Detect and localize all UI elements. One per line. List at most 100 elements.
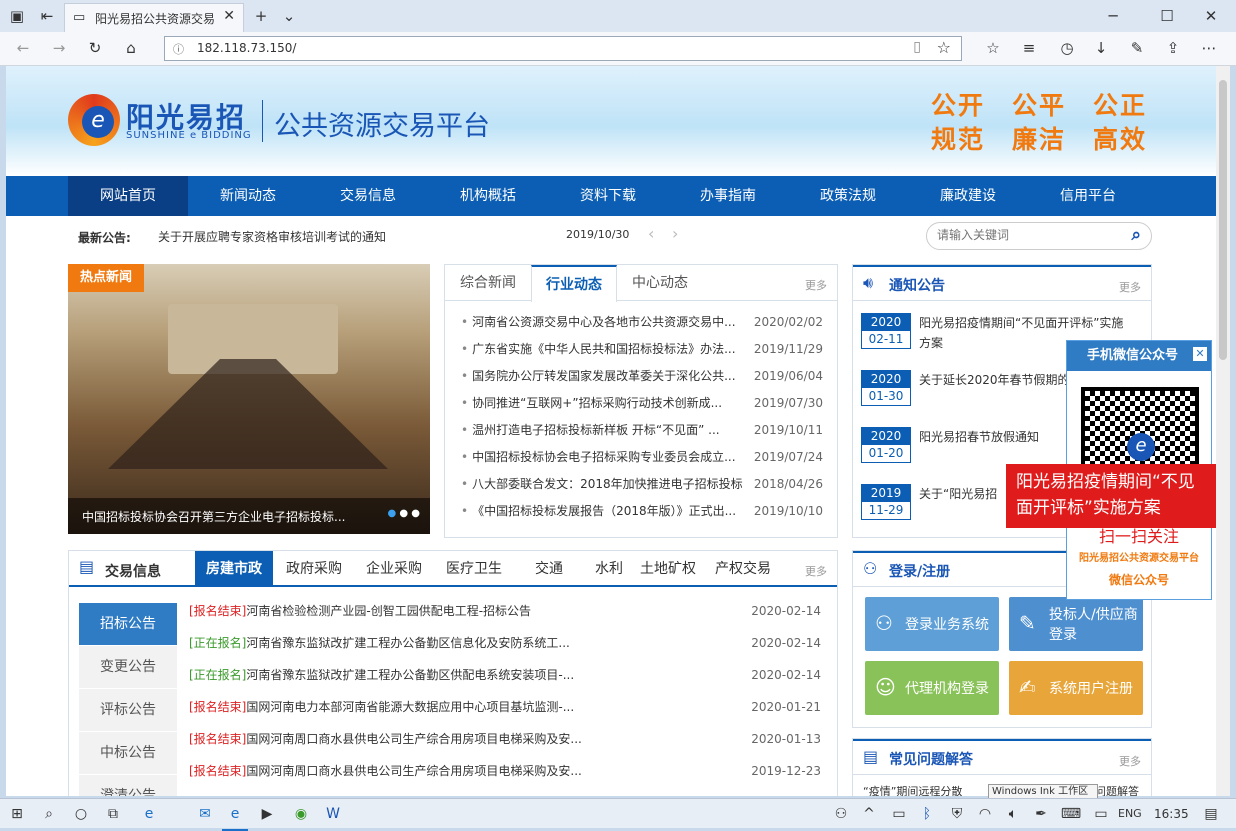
bluetooth-icon[interactable]: ᛒ	[914, 799, 940, 829]
news-title[interactable]: • 《中国招标投标发展报告（2018年版）》正式出...	[461, 498, 751, 525]
cortana-icon[interactable]: ○	[68, 799, 94, 829]
refresh-icon[interactable]: ↻	[82, 35, 108, 61]
history-icon[interactable]: ◷	[1054, 35, 1080, 61]
notes-icon[interactable]: ✎	[1124, 35, 1150, 61]
task-view-icon[interactable]: ⧉	[100, 799, 126, 829]
nav-item-6[interactable]: 政策法规	[788, 176, 908, 216]
trade-row[interactable]: [报名结束]国网河南周口商水县供电公司生产综合用房项目电梯采购及安... 2020…	[189, 723, 829, 755]
reading-view-icon[interactable]: ▯	[913, 39, 921, 55]
tab-center-news[interactable]: 中心动态	[617, 265, 703, 301]
back-icon[interactable]: ←	[10, 35, 36, 61]
trade-row-title[interactable]: 河南省豫东监狱改扩建工程办公备勤区信息化及安防系统工...	[246, 636, 569, 650]
carousel-dots[interactable]: ● ● ●	[387, 508, 420, 519]
trade-tab-5[interactable]: 水利	[585, 551, 633, 587]
trade-side-item-4[interactable]: 澄清公告	[79, 775, 177, 796]
news-title[interactable]: • 温州打造电子招标投标新样板 开标“不见面” ...	[461, 417, 751, 444]
edge-icon[interactable]: e	[136, 799, 162, 829]
trade-row-title[interactable]: 国网河南周口商水县供电公司生产综合用房项目电梯采购及安...	[246, 764, 581, 778]
keyboard-icon[interactable]: ⌨	[1058, 799, 1084, 829]
nav-item-0[interactable]: 网站首页	[68, 176, 188, 216]
trade-more-link[interactable]: 更多	[805, 563, 827, 579]
trade-row[interactable]: [报名结束]国网河南周口商水县供电公司生产综合用房项目电梯采购及安... 2019…	[189, 755, 829, 787]
trade-row-title[interactable]: 河南省检验检测产业园-创智工园供配电工程-招标公告	[246, 604, 531, 618]
news-row[interactable]: • 国务院办公厅转发国家发展改革委关于深化公共... 2019/06/04	[445, 363, 837, 390]
hot-news-caption[interactable]: 中国招标投标协会召开第三方企业电子招标投标...	[82, 508, 362, 525]
nav-item-1[interactable]: 新闻动态	[188, 176, 308, 216]
home-icon[interactable]: ⌂	[118, 35, 144, 61]
trade-tab-0[interactable]: 房建市政	[195, 551, 273, 587]
nav-item-4[interactable]: 资料下载	[548, 176, 668, 216]
register-button[interactable]: ✍ 系统用户注册	[1009, 661, 1143, 715]
trade-row[interactable]: [报名结束]河南省检验检测产业园-创智工园供配电工程-招标公告 2020-02-1…	[189, 595, 829, 627]
shield-icon[interactable]: ⛨	[944, 799, 970, 829]
trade-row[interactable]: [正在报名]河南省豫东监狱改扩建工程办公备勤区信息化及安防系统工... 2020-…	[189, 627, 829, 659]
qr-close-icon[interactable]: ✕	[1193, 347, 1207, 361]
bidder-login-button[interactable]: ✎ 投标人/供应商登录	[1009, 597, 1143, 651]
trade-side-item-0[interactable]: 招标公告	[79, 603, 177, 645]
minimize-icon[interactable]: ─	[1100, 3, 1126, 29]
download-icon[interactable]: ↓	[1088, 35, 1114, 61]
trade-row-title[interactable]: 国网河南周口商水县供电公司生产综合用房项目电梯采购及安...	[246, 732, 581, 746]
trade-side-item-1[interactable]: 变更公告	[79, 646, 177, 688]
close-tab-icon[interactable]: ✕	[223, 8, 235, 24]
trade-side-item-3[interactable]: 中标公告	[79, 732, 177, 774]
movies-icon[interactable]: ▶	[254, 799, 280, 829]
search-box[interactable]: ⌕	[926, 222, 1152, 250]
trade-tab-3[interactable]: 医疗卫生	[435, 551, 513, 587]
agency-login-button[interactable]: ☺ 代理机构登录	[865, 661, 999, 715]
faq-item[interactable]: “疫情”期间远程分散	[863, 783, 962, 796]
nav-item-7[interactable]: 廉政建设	[908, 176, 1028, 216]
more-icon[interactable]: ⋯	[1196, 35, 1222, 61]
set-aside-tabs-icon[interactable]: ⇤	[34, 3, 60, 29]
news-row[interactable]: • 中国招标投标协会电子招标采购专业委员会成立... 2019/07/24	[445, 444, 837, 471]
mail-icon[interactable]: ✉	[192, 799, 218, 829]
news-row[interactable]: • 八大部委联合发文：2018年加快推进电子招标投标 2018/04/26	[445, 471, 837, 498]
maximize-icon[interactable]: ☐	[1154, 3, 1180, 29]
word-icon[interactable]: W	[320, 799, 346, 829]
news-row[interactable]: • 协同推进“互联网+”招标采购行动技术创新成... 2019/07/30	[445, 390, 837, 417]
pen-icon[interactable]: ✒	[1028, 799, 1054, 829]
trade-side-item-2[interactable]: 评标公告	[79, 689, 177, 731]
display-icon[interactable]: ▭	[1088, 799, 1114, 829]
notification-icon[interactable]: ▤	[1198, 799, 1224, 829]
login-business-button[interactable]: ⚇ 登录业务系统	[865, 597, 999, 651]
forward-icon[interactable]: →	[46, 35, 72, 61]
battery-icon[interactable]: ▭	[886, 799, 912, 829]
news-title[interactable]: • 河南省公资源交易中心及各地市公共资源交易中...	[461, 309, 751, 336]
add-favorite-star-icon[interactable]: ☆	[937, 38, 951, 57]
trade-tab-6[interactable]: 土地矿权	[633, 551, 703, 587]
tab-industry-news[interactable]: 行业动态	[531, 265, 617, 302]
next-arrow-icon[interactable]: ›	[672, 224, 678, 243]
news-title[interactable]: • 国务院办公厅转发国家发展改革委关于深化公共...	[461, 363, 751, 390]
people-icon[interactable]: ⚇	[828, 799, 854, 829]
prev-arrow-icon[interactable]: ‹	[648, 224, 654, 243]
new-tab-icon[interactable]: +	[248, 3, 274, 29]
nav-item-8[interactable]: 信用平台	[1028, 176, 1148, 216]
trade-tab-2[interactable]: 企业采购	[355, 551, 433, 587]
scrollbar-thumb[interactable]	[1219, 80, 1227, 360]
tab-actions-icon[interactable]: ▣	[4, 3, 30, 29]
tab-general-news[interactable]: 综合新闻	[445, 265, 531, 301]
volume-icon[interactable]: 🔈︎	[1000, 799, 1026, 829]
news-row[interactable]: • 河南省公资源交易中心及各地市公共资源交易中... 2020/02/02	[445, 309, 837, 336]
search-icon[interactable]: ⌕	[1131, 225, 1141, 245]
clock[interactable]: 16:35	[1154, 807, 1189, 821]
epidemic-popup[interactable]: 阳光易招疫情期间“不见面开评标”实施方案	[1006, 464, 1216, 528]
search-input[interactable]	[937, 228, 1107, 242]
nav-item-2[interactable]: 交易信息	[308, 176, 428, 216]
show-hidden-icon[interactable]: ^	[856, 799, 882, 829]
news-title[interactable]: • 广东省实施《中华人民共和国招标投标法》办法...	[461, 336, 751, 363]
faq-more-link[interactable]: 更多	[1119, 753, 1141, 769]
news-title[interactable]: • 协同推进“互联网+”招标采购行动技术创新成...	[461, 390, 751, 417]
news-row[interactable]: • 温州打造电子招标投标新样板 开标“不见面” ... 2019/10/11	[445, 417, 837, 444]
trade-row-title[interactable]: 河南省豫东监狱改扩建工程办公备勤区供配电系统安装项目-...	[246, 668, 574, 682]
news-more-link[interactable]: 更多	[805, 277, 827, 293]
active-tab[interactable]: ▭ 阳光易招公共资源交易平 ✕	[64, 3, 244, 32]
trade-row[interactable]: [正在报名]河南省豫东监狱改扩建工程办公备勤区供配电系统安装项目-... 2020…	[189, 659, 829, 691]
news-title[interactable]: • 中国招标投标协会电子招标采购专业委员会成立...	[461, 444, 751, 471]
share-icon[interactable]: ⇪	[1160, 35, 1186, 61]
trade-tab-1[interactable]: 政府采购	[275, 551, 353, 587]
windows-start-icon[interactable]: ⊞	[4, 799, 30, 829]
favorites-icon[interactable]: ☆	[980, 35, 1006, 61]
faq-item-end[interactable]: 问题解答	[1095, 783, 1139, 796]
